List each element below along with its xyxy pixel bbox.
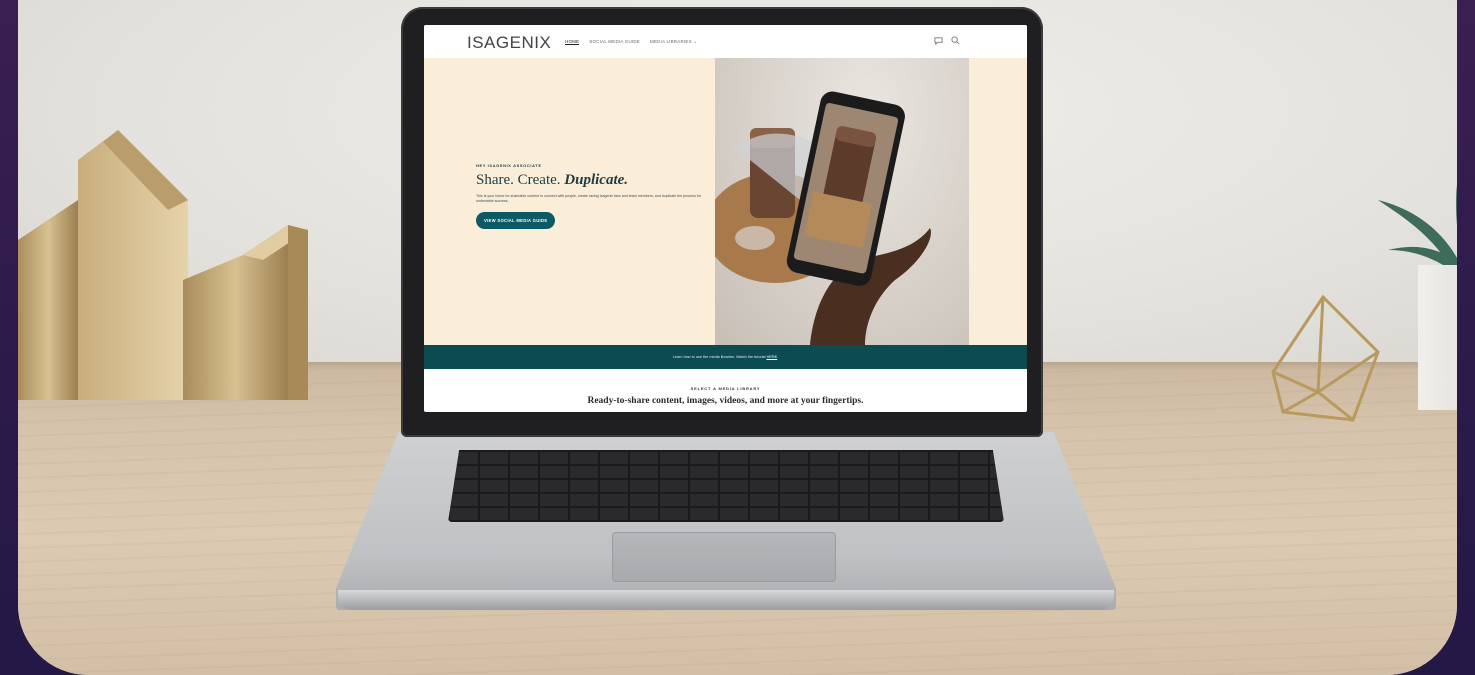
plant-pot <box>1418 265 1457 410</box>
hero-text: HEY ISAGENIX ASSOCIATE Share. Create. Du… <box>476 163 716 229</box>
laptop-screen: ISAGENIX HOME SOCIAL MEDIA GUIDE MEDIA L… <box>424 25 1027 412</box>
nav-media-libraries[interactable]: MEDIA LIBRARIES ⌄ <box>650 39 697 45</box>
site-navbar: ISAGENIX HOME SOCIAL MEDIA GUIDE MEDIA L… <box>424 25 1027 58</box>
nav-social-media-guide[interactable]: SOCIAL MEDIA GUIDE <box>589 39 640 45</box>
headline-emphasis: Duplicate. <box>564 172 629 188</box>
geometric-decor <box>1271 294 1380 422</box>
hero-section: HEY ISAGENIX ASSOCIATE Share. Create. Du… <box>424 58 1027 345</box>
library-eyebrow: SELECT A MEDIA LIBRARY <box>690 386 761 391</box>
hero-intro: This is your home for shareable content … <box>476 194 701 203</box>
laptop-base-edge <box>338 590 1114 610</box>
tutorial-message: Learn how to use the media libraries. Wa… <box>672 355 767 359</box>
tutorial-period: . <box>777 355 779 359</box>
hero-headline: Share. Create. Duplicate. <box>476 172 716 189</box>
library-title: Ready-to-share content, images, videos, … <box>587 396 864 406</box>
trackpad <box>612 532 836 582</box>
gold-house-decor <box>18 130 308 400</box>
headline-plain: Share. Create. <box>476 172 565 188</box>
hero-eyebrow: HEY ISAGENIX ASSOCIATE <box>476 163 542 168</box>
keyboard <box>448 450 1004 522</box>
plant-decor <box>1378 184 1457 279</box>
tutorial-link[interactable]: HERE <box>767 355 778 359</box>
nav-links: HOME SOCIAL MEDIA GUIDE MEDIA LIBRARIES … <box>565 39 697 45</box>
phone-photo-illustration <box>715 91 931 345</box>
nav-home[interactable]: HOME <box>565 39 580 45</box>
view-social-media-guide-button[interactable]: VIEW SOCIAL MEDIA GUIDE <box>476 212 556 229</box>
site-logo[interactable]: ISAGENIX <box>467 33 551 53</box>
nav-icons <box>934 36 960 45</box>
tutorial-band: Learn how to use the media libraries. Wa… <box>424 345 1027 369</box>
search-icon[interactable] <box>951 36 960 45</box>
hero-phone-photo <box>715 58 969 345</box>
chat-icon[interactable] <box>934 36 943 45</box>
tutorial-text: Learn how to use the media libraries. Wa… <box>424 345 1027 369</box>
